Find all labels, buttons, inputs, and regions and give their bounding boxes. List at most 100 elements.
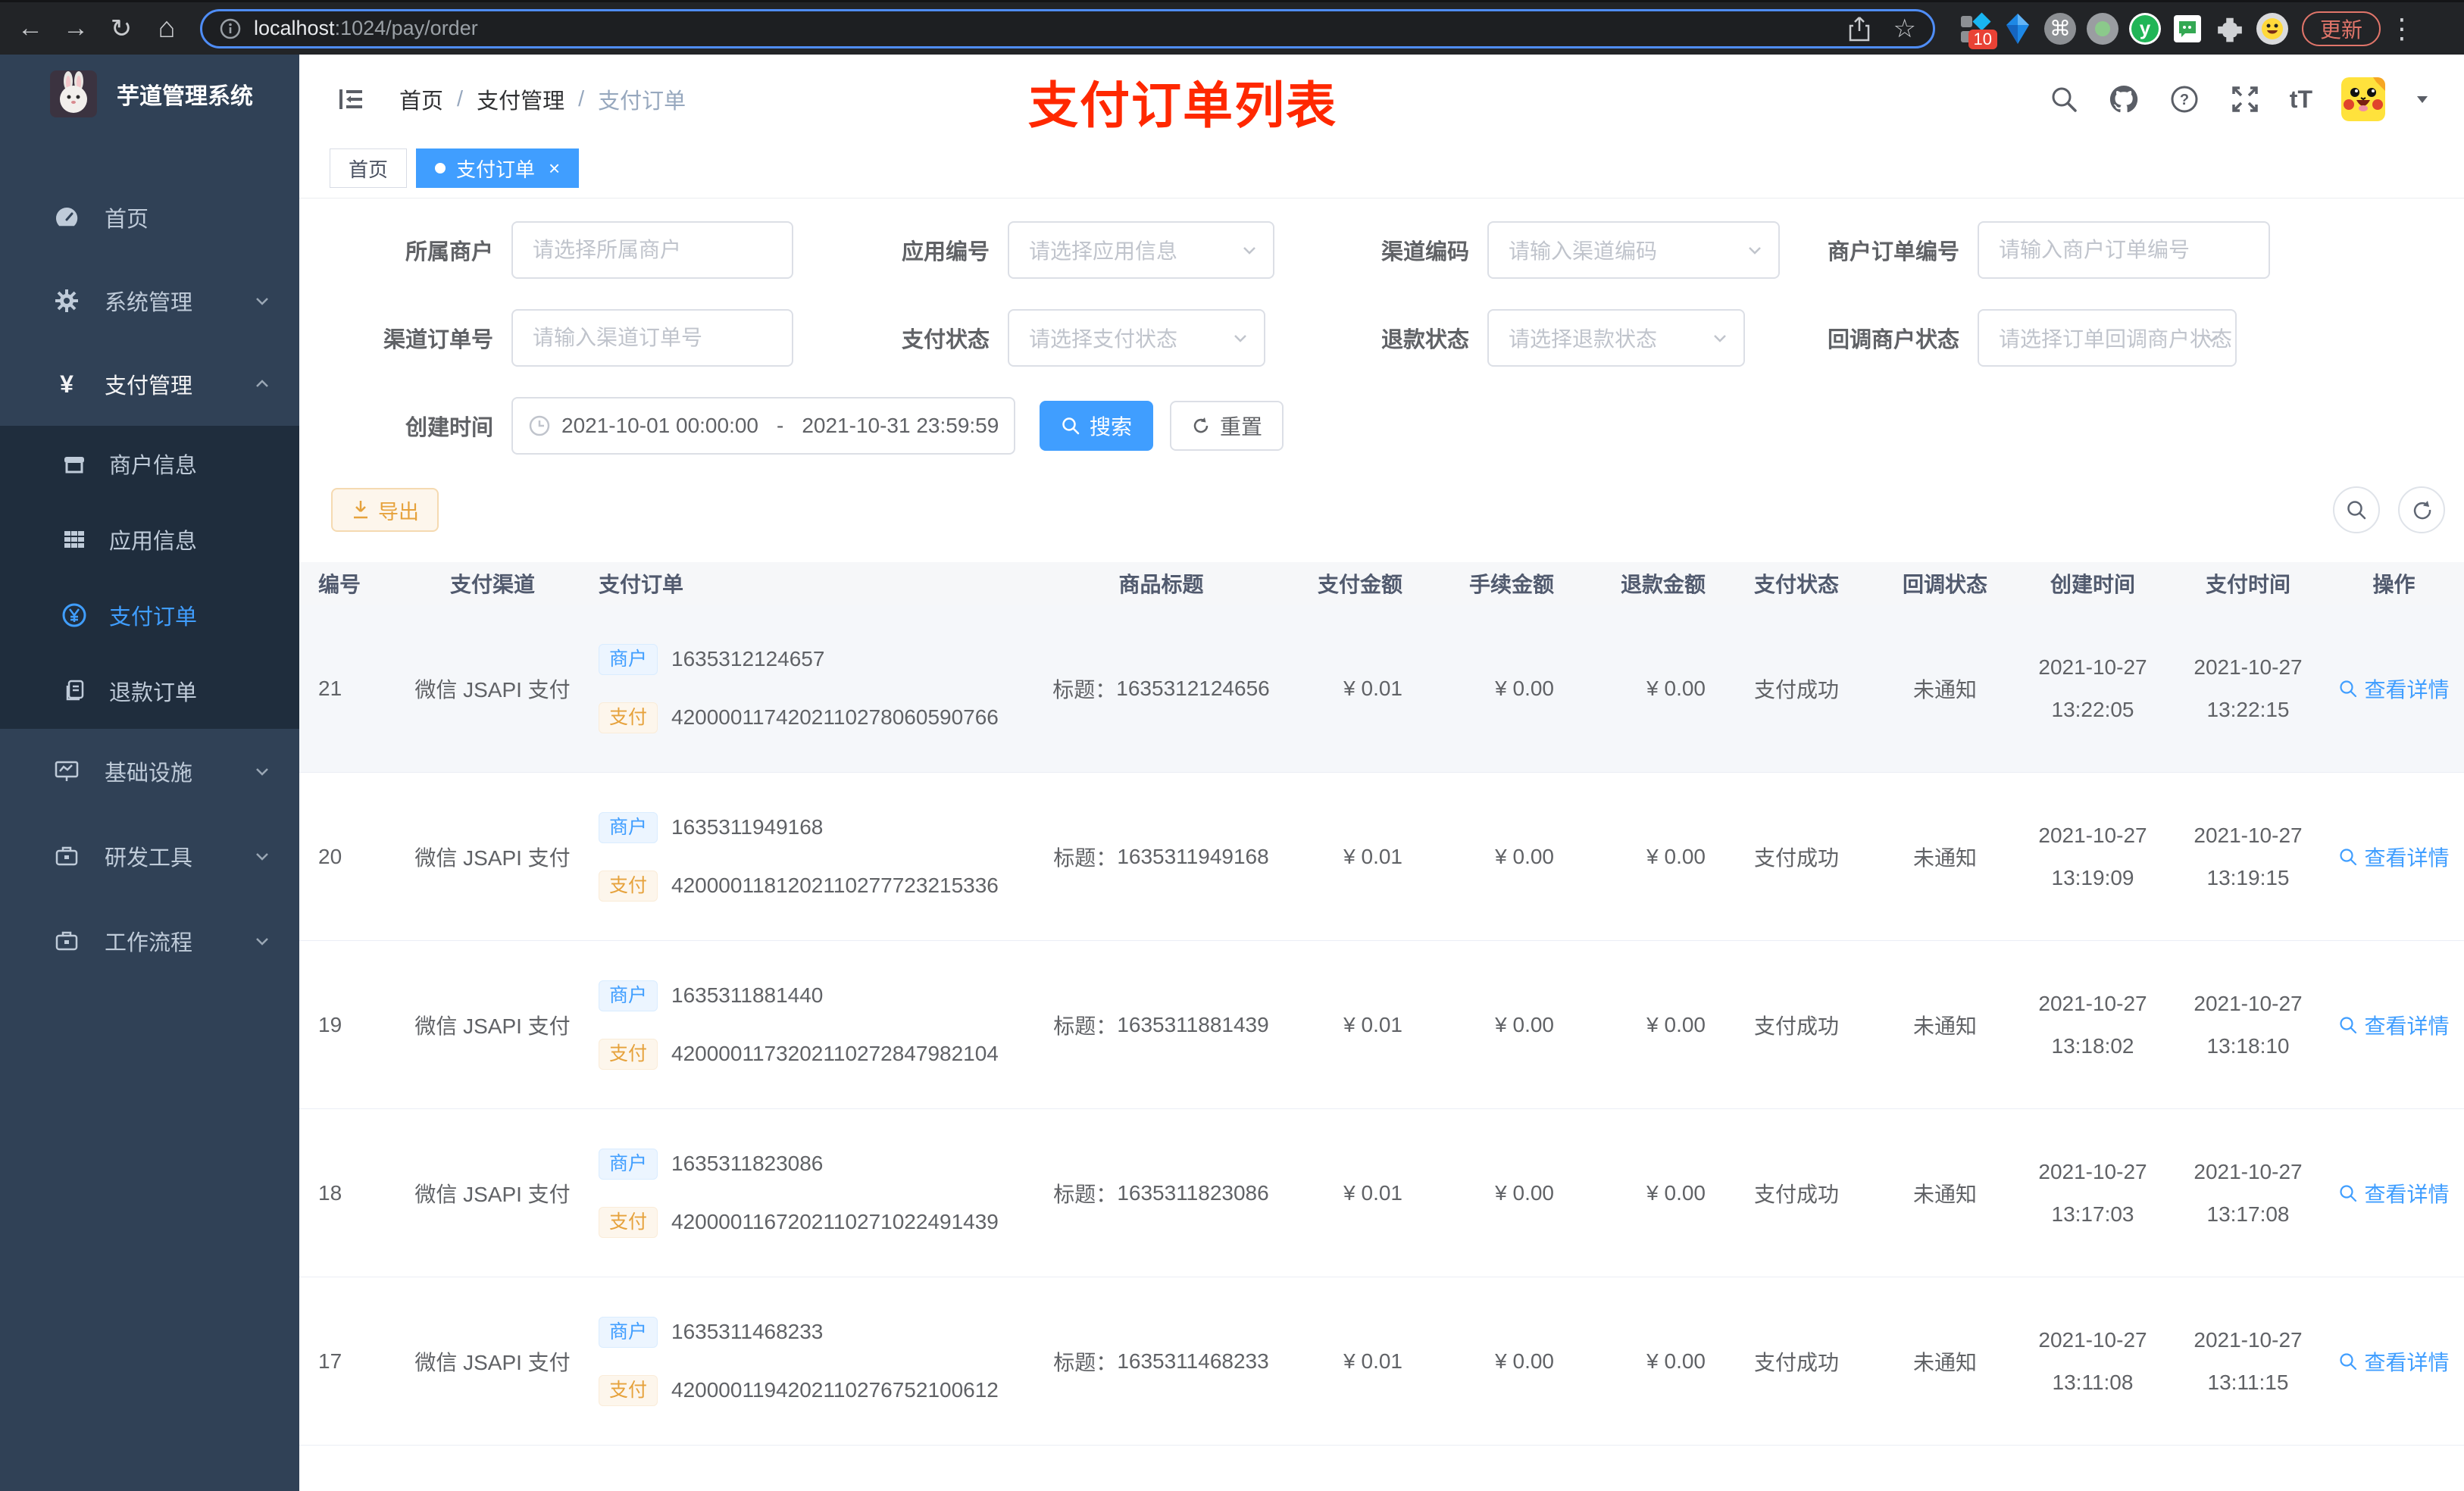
pay-channel: 微信 JSAPI 支付 — [414, 1350, 571, 1374]
shop-icon — [61, 450, 88, 477]
merchant-order-no: 1635311823086 — [671, 1152, 824, 1175]
merchant-order-no-input[interactable] — [1978, 221, 2270, 279]
pay-status: 支付成功 — [1753, 1350, 1839, 1374]
pay-time: 2021-10-27 13:17:08 — [2194, 1159, 2303, 1226]
notify-status-select[interactable]: 请选择订单回调商户状态 — [1978, 309, 2237, 367]
font-size-icon[interactable]: tT — [2290, 86, 2312, 114]
sidebar: 芋道管理系统 首页 系统管理 ¥ 支付管理 商户信息 应用信息 支付订单 退款订… — [0, 55, 299, 1491]
search-button[interactable]: 搜索 — [1040, 401, 1154, 451]
chevron-down-icon — [252, 931, 272, 951]
sidebar-item-home[interactable]: 首页 — [0, 176, 299, 259]
col-notify-status: 回调状态 — [1902, 573, 1987, 596]
sidebar-item-infra[interactable]: 基础设施 — [0, 729, 299, 814]
order-id: 20 — [318, 844, 342, 868]
extensions-puzzle-icon[interactable] — [2212, 11, 2247, 46]
search-icon[interactable] — [2049, 84, 2079, 114]
user-menu-caret-icon[interactable] — [2414, 91, 2431, 108]
view-detail-link[interactable]: 查看详情 — [2338, 1178, 2450, 1208]
chevron-down-icon — [252, 761, 272, 781]
extension-icon-y[interactable]: y — [2128, 11, 2162, 46]
merchant-badge: 商户 — [599, 980, 658, 1011]
share-icon[interactable] — [1848, 16, 1871, 42]
table-header: 编号 支付渠道 支付订单 商品标题 支付金额 手续金额 退款金额 支付状态 回调… — [299, 562, 2464, 605]
extension-icon-chat[interactable] — [2170, 11, 2205, 46]
merchant-input[interactable] — [511, 221, 793, 279]
pay-channel: 微信 JSAPI 支付 — [414, 677, 571, 702]
view-detail-link[interactable]: 查看详情 — [2338, 1346, 2450, 1377]
sidebar-item-pay-order[interactable]: 支付订单 — [0, 577, 299, 653]
breadcrumb-home[interactable]: 首页 — [399, 83, 443, 115]
notify-status: 未通知 — [1912, 846, 1977, 870]
create-time-range-picker[interactable]: 2021-10-01 00:00:00 - 2021-10-31 23:59:5… — [511, 397, 1015, 455]
refund-status-select[interactable]: 请选择退款状态 — [1487, 309, 1745, 367]
merchant-badge: 商户 — [599, 811, 658, 843]
toggle-search-button[interactable] — [2333, 486, 2380, 533]
refresh-button[interactable] — [2398, 486, 2445, 533]
view-detail-link[interactable]: 查看详情 — [2338, 842, 2450, 872]
close-tab-icon[interactable]: × — [549, 157, 560, 180]
sidebar-toggle-icon[interactable] — [336, 84, 366, 114]
channel-order-no-input[interactable] — [511, 309, 793, 367]
pay-status-select[interactable]: 请选择支付状态 — [1008, 309, 1265, 367]
pay-badge: 支付 — [599, 1206, 658, 1238]
channel-code-select[interactable]: 请输入渠道编码 — [1487, 221, 1780, 279]
browser-forward-button[interactable]: → — [56, 9, 95, 48]
app-select[interactable]: 请选择应用信息 — [1008, 221, 1274, 279]
address-bar[interactable]: localhost:1024/pay/order ☆ — [200, 8, 1935, 48]
filter-form: 所属商户 应用编号 请选择应用信息 渠道编码 请输入渠道编码 商户订单编号 — [299, 198, 2464, 455]
browser-update-button[interactable]: 更新 — [2302, 11, 2381, 46]
clock-icon — [528, 414, 551, 437]
start-date-value: 2021-10-01 00:00:00 — [561, 414, 758, 437]
view-detail-link[interactable]: 查看详情 — [2338, 1010, 2450, 1040]
site-info-icon[interactable] — [219, 17, 242, 40]
merchant-order-no: 1635311949168 — [671, 815, 824, 839]
breadcrumb-pay[interactable]: 支付管理 — [477, 83, 564, 115]
col-channel: 支付渠道 — [449, 573, 535, 596]
app-logo: 芋道管理系统 — [0, 55, 299, 133]
extension-icon-command[interactable]: ⌘ — [2043, 11, 2078, 46]
extension-icon-record[interactable] — [2085, 11, 2120, 46]
sidebar-item-system[interactable]: 系统管理 — [0, 259, 299, 342]
extension-icon-tabs[interactable]: 10 — [1958, 11, 1997, 49]
fullscreen-icon[interactable] — [2229, 83, 2261, 115]
export-button[interactable]: 导出 — [331, 488, 439, 532]
page-header: 首页 / 支付管理 / 支付订单 支付订单列表 ? tT — [299, 55, 2464, 144]
refund-amount: ¥ 0.00 — [1646, 676, 1706, 700]
sidebar-item-workflow[interactable]: 工作流程 — [0, 899, 299, 983]
yen-icon: ¥ — [60, 370, 73, 398]
browser-reload-button[interactable]: ↻ — [102, 9, 141, 48]
fee-amount: ¥ 0.00 — [1495, 676, 1554, 700]
table-row: 19 微信 JSAPI 支付 商户 1635311881440 支付 4200001… — [299, 941, 2464, 1109]
pay-badge: 支付 — [599, 1038, 658, 1070]
user-avatar[interactable] — [2341, 77, 2385, 121]
sidebar-item-pay[interactable]: ¥ 支付管理 — [0, 342, 299, 426]
pay-order-table: 编号 支付渠道 支付订单 商品标题 支付金额 手续金额 退款金额 支付状态 回调… — [299, 562, 2464, 1491]
sidebar-item-refund-order[interactable]: 退款订单 — [0, 653, 299, 729]
monitor-icon — [53, 758, 80, 785]
bookmark-star-icon[interactable]: ☆ — [1893, 14, 1916, 44]
sidebar-item-app-info[interactable]: 应用信息 — [0, 502, 299, 577]
profile-avatar-icon[interactable] — [2255, 11, 2290, 46]
tab-pay-order[interactable]: 支付订单 × — [416, 148, 580, 188]
browser-back-button[interactable]: ← — [11, 9, 50, 48]
create-time-label: 创建时间 — [405, 416, 493, 440]
col-order: 支付订单 — [599, 573, 684, 596]
pay-order-cell: 商户 1635311823086 支付 4200001167202110271022… — [599, 1148, 1008, 1238]
help-icon[interactable]: ? — [2169, 83, 2200, 115]
pay-badge: 支付 — [599, 1374, 658, 1406]
github-icon[interactable] — [2108, 83, 2140, 115]
tab-home[interactable]: 首页 — [330, 148, 408, 188]
fee-amount: ¥ 0.00 — [1495, 1180, 1554, 1205]
pay-order-cell: 商户 1635311468233 支付 4200001194202110276752… — [599, 1316, 1008, 1406]
channel-code-label: 渠道编码 — [1381, 240, 1469, 264]
reset-button[interactable]: 重置 — [1170, 401, 1284, 451]
pay-status: 支付成功 — [1753, 1182, 1839, 1206]
sidebar-item-merchant-info[interactable]: 商户信息 — [0, 426, 299, 502]
view-detail-link[interactable]: 查看详情 — [2338, 674, 2450, 704]
browser-menu-icon[interactable]: ⋮ — [2388, 13, 2416, 45]
page-annotation: 支付订单列表 — [1028, 77, 1337, 133]
sidebar-item-dev-tools[interactable]: 研发工具 — [0, 814, 299, 899]
col-id: 编号 — [318, 573, 361, 596]
browser-home-button[interactable]: ⌂ — [147, 9, 186, 48]
extension-icon-kite[interactable] — [2000, 11, 2035, 46]
